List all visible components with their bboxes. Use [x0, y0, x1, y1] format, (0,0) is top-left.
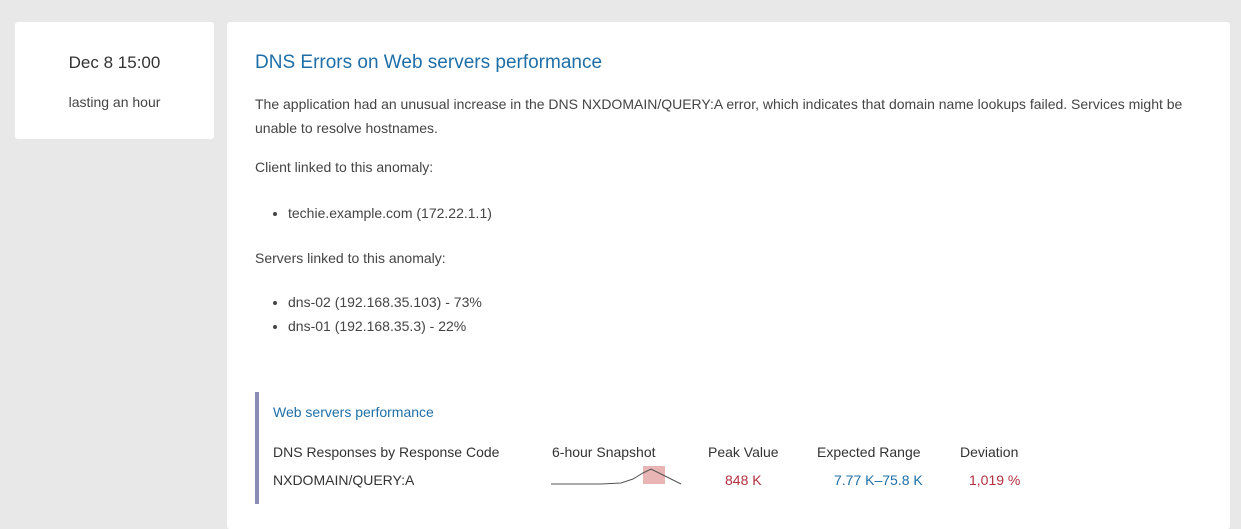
header-snapshot: 6-hour Snapshot	[552, 444, 656, 460]
peak-value: 848 K	[725, 472, 762, 488]
header-deviation: Deviation	[960, 444, 1019, 460]
list-item: techie.example.com (172.22.1.1)	[288, 201, 492, 225]
snapshot-sparkline[interactable]	[551, 466, 701, 492]
server-list: dns-02 (192.168.35.103) - 73% dns-01 (19…	[255, 290, 482, 338]
anomaly-detail-card: DNS Errors on Web servers performance Th…	[227, 22, 1230, 529]
client-label: Client linked to this anomaly:	[255, 159, 434, 175]
header-expected: Expected Range	[817, 444, 921, 460]
anomaly-time: Dec 8 15:00	[68, 53, 161, 72]
list-item: dns-02 (192.168.35.103) - 73%	[288, 290, 482, 314]
anomaly-title-link[interactable]: DNS Errors on Web servers performance	[255, 52, 602, 74]
expected-range: 7.77 K–75.8 K	[834, 472, 923, 488]
anomaly-duration: lasting an hour	[68, 94, 161, 110]
header-peak: Peak Value	[708, 444, 779, 460]
panel-title-link[interactable]: Web servers performance	[273, 404, 434, 420]
time-card: Dec 8 15:00 lasting an hour	[15, 22, 214, 139]
metric-panel: Web servers performance DNS Responses by…	[255, 392, 1055, 504]
servers-label: Servers linked to this anomaly:	[255, 250, 446, 266]
client-list: techie.example.com (172.22.1.1)	[255, 201, 492, 225]
snapshot-highlight	[643, 466, 665, 484]
list-item: dns-01 (192.168.35.3) - 22%	[288, 314, 482, 338]
header-metric: DNS Responses by Response Code	[273, 444, 500, 460]
deviation-value: 1,019 %	[969, 472, 1021, 488]
anomaly-description: The application had an unusual increase …	[255, 96, 1183, 136]
metric-name: NXDOMAIN/QUERY:A	[273, 472, 415, 488]
